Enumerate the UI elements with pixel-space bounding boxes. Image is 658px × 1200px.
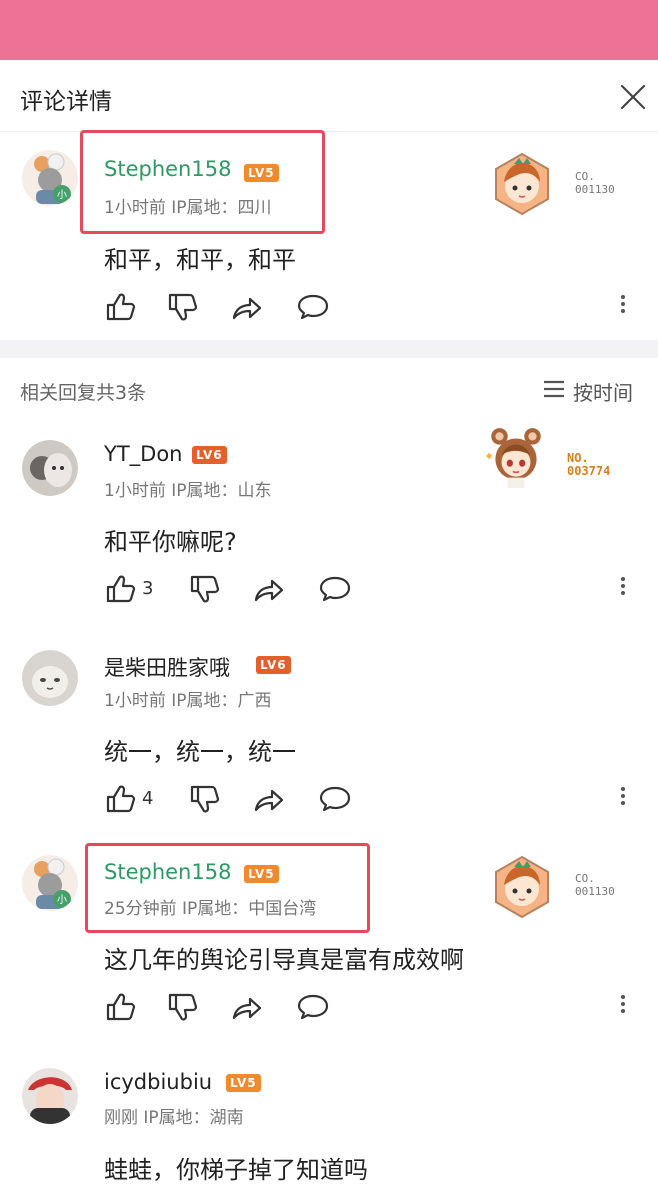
like-icon[interactable] (104, 990, 138, 1024)
dislike-icon[interactable] (188, 572, 222, 606)
level-badge: LV5 (244, 865, 279, 883)
top-color-bar (0, 0, 658, 60)
sort-label: 按时间 (573, 381, 633, 405)
level-badge: LV5 (244, 164, 279, 182)
dislike-icon[interactable] (188, 782, 222, 816)
like-icon[interactable] (104, 782, 138, 816)
level-badge: LV5 (226, 1074, 261, 1092)
close-icon[interactable] (616, 80, 650, 114)
comment-meta: 25分钟前 IP属地：中国台湾 (104, 899, 317, 919)
comment-text: 这几年的舆论引导真是富有成效啊 (104, 946, 464, 974)
comment-icon[interactable] (318, 572, 352, 606)
username[interactable]: 是柴田胜家哦 (104, 652, 230, 682)
more-icon[interactable] (618, 574, 628, 604)
fan-badge-icon (490, 855, 554, 919)
comment-meta: 1小时前 IP属地：山东 (104, 481, 272, 501)
comment-icon[interactable] (296, 290, 330, 324)
comment-actions (104, 290, 634, 326)
fan-badge-number: 001130 (575, 885, 615, 898)
comment-icon[interactable] (296, 990, 330, 1024)
comment-meta: 1小时前 IP属地：广西 (104, 691, 272, 711)
page-title: 评论详情 (20, 89, 112, 115)
comment-actions: 4 (104, 782, 634, 818)
avatar[interactable] (22, 440, 78, 496)
share-icon[interactable] (252, 572, 286, 606)
sort-button[interactable]: 按时间 (543, 376, 643, 405)
comment-meta: 1小时前 IP属地：四川 (104, 198, 272, 218)
like-icon[interactable] (104, 290, 138, 324)
sort-icon (544, 380, 564, 398)
username[interactable]: Stephen158 (104, 860, 231, 884)
dislike-icon[interactable] (166, 990, 200, 1024)
highlight-box (80, 130, 325, 234)
avatar[interactable] (22, 150, 78, 206)
level-badge: LV6 (192, 446, 227, 464)
replies-header: 相关回复共3条 按时间 (0, 358, 658, 420)
comment-meta: 刚刚 IP属地：湖南 (104, 1108, 244, 1128)
fan-badge-number: 001130 (575, 183, 615, 196)
avatar[interactable] (22, 650, 78, 706)
username[interactable]: Stephen158 (104, 157, 231, 181)
comment-icon[interactable] (318, 782, 352, 816)
fan-badge-label: CO. (575, 872, 595, 885)
fan-badge-number: 003774 (567, 464, 611, 478)
like-count: 3 (142, 578, 154, 599)
fan-badge-icon (480, 424, 552, 490)
reply-count: 相关回复共3条 (20, 382, 147, 404)
share-icon[interactable] (252, 782, 286, 816)
comment-text: 和平你嘛呢? (104, 528, 237, 556)
like-count: 4 (142, 788, 154, 809)
level-badge: LV6 (256, 656, 291, 674)
like-icon[interactable] (104, 572, 138, 606)
comment-text: 统一，统一，统一 (104, 738, 296, 766)
more-icon[interactable] (618, 784, 628, 814)
comment-actions (104, 990, 634, 1026)
share-icon[interactable] (230, 290, 264, 324)
fan-badge-label: CO. (575, 170, 595, 183)
username[interactable]: icydbiubiu (104, 1070, 212, 1094)
comment-text: 蛙蛙，你梯子掉了知道吗 (104, 1156, 368, 1184)
comment-text: 和平，和平，和平 (104, 246, 296, 274)
more-icon[interactable] (618, 992, 628, 1022)
dislike-icon[interactable] (166, 290, 200, 324)
avatar[interactable] (22, 1068, 78, 1124)
share-icon[interactable] (230, 990, 264, 1024)
highlight-box (85, 843, 370, 933)
username[interactable]: YT_Don (104, 442, 182, 466)
comment-detail-header: 评论详情 (0, 60, 658, 132)
more-icon[interactable] (618, 292, 628, 322)
fan-badge-icon (490, 152, 554, 216)
comment-actions: 3 (104, 572, 634, 608)
section-divider (0, 340, 658, 358)
avatar[interactable] (22, 855, 78, 911)
